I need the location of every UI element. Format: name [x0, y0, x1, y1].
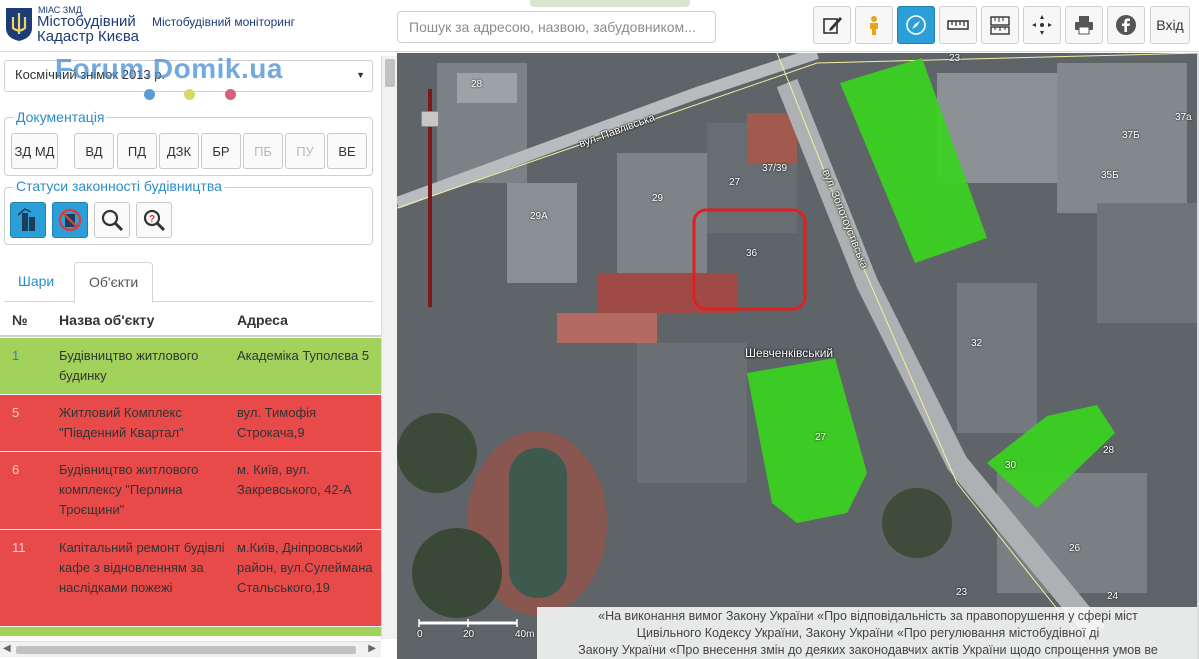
dot-pink[interactable]	[225, 89, 236, 100]
measure-area-icon	[990, 16, 1010, 35]
street-view-button[interactable]	[855, 6, 893, 44]
building-label: 29А	[530, 211, 548, 222]
building-label: 23	[956, 587, 968, 598]
scroll-right-icon[interactable]: ▶	[368, 643, 376, 654]
panel-vertical-scrollbar[interactable]	[381, 56, 397, 639]
print-button[interactable]	[1065, 6, 1103, 44]
doc-button-vd[interactable]: ВД	[74, 133, 114, 169]
top-accent	[530, 0, 690, 7]
doc-button-dzk[interactable]: ДЗК	[159, 133, 199, 169]
col-address[interactable]: Адреса	[237, 312, 288, 328]
dot-blue[interactable]	[144, 89, 155, 100]
map-view[interactable]: вул. Павлівська вул. Золотоустівська Шев…	[397, 53, 1199, 659]
locate-button[interactable]	[1023, 6, 1061, 44]
status-check-button[interactable]	[94, 202, 130, 238]
district-label: Шевченківський	[745, 346, 834, 360]
person-icon	[870, 16, 878, 35]
objects-table-header: № Назва об'єкту Адреса	[0, 303, 381, 337]
zoom-handle[interactable]	[421, 111, 439, 127]
legal-notice: «На виконання вимог Закону України «Про …	[537, 607, 1199, 659]
building-label: 28	[471, 79, 483, 90]
status-legal-button[interactable]	[10, 202, 46, 238]
doc-button-zd-md[interactable]: ЗД МД	[11, 133, 58, 169]
doc-button-pb[interactable]: ПБ	[243, 133, 283, 169]
no-building-icon	[58, 208, 82, 232]
tab-layers[interactable]: Шари	[4, 262, 68, 302]
panel-horizontal-scrollbar[interactable]: ◀ ▶	[0, 641, 381, 657]
facebook-icon	[1116, 15, 1136, 35]
building-label: 26	[1069, 543, 1081, 554]
zoom-slider[interactable]	[421, 89, 439, 307]
building-label: 27	[815, 432, 827, 443]
scale-label: 0	[417, 629, 423, 640]
building-label: 37а	[1175, 112, 1192, 123]
building-icon	[17, 208, 35, 231]
magnifier-icon	[101, 209, 124, 232]
building-label: 28	[1103, 445, 1115, 456]
building-label: 35Б	[1101, 170, 1119, 181]
edit-icon	[823, 17, 842, 34]
building-label: 29	[652, 193, 664, 204]
status-illegal-button[interactable]	[52, 202, 88, 238]
table-row[interactable]: 1 Будівництво житлового будинку Академік…	[0, 338, 381, 395]
login-button[interactable]: Вхід	[1150, 6, 1190, 44]
compass-button[interactable]	[897, 6, 935, 44]
panel-tabs: Шари Об'єкти	[4, 262, 373, 303]
col-name[interactable]: Назва об'єкту	[59, 312, 154, 328]
table-row[interactable]: 11 Капітальний ремонт будівлі кафе з від…	[0, 530, 381, 627]
building-label: 37Б	[1122, 130, 1140, 141]
scrollbar-thumb[interactable]	[385, 59, 395, 87]
scroll-left-icon[interactable]: ◀	[3, 643, 11, 654]
svg-text:?: ?	[149, 214, 155, 225]
ruler-icon	[947, 20, 969, 30]
watermark: Forum.Domik.ua	[55, 53, 283, 84]
doc-button-br[interactable]: БР	[201, 133, 241, 169]
doc-button-pd[interactable]: ПД	[117, 133, 157, 169]
building-label: 37/39	[762, 163, 788, 174]
scrollbar-thumb[interactable]	[16, 646, 356, 654]
building-label: 23	[949, 53, 961, 64]
ruler-button[interactable]	[939, 6, 977, 44]
kyiv-logo	[6, 8, 32, 41]
doc-button-pu[interactable]: ПУ	[285, 133, 325, 169]
brand-title: Містобудівний Кадастр Києва	[37, 13, 139, 45]
col-num[interactable]: №	[12, 312, 28, 328]
scale-label: 40m	[515, 629, 535, 640]
status-unknown-button[interactable]: ?	[136, 202, 172, 238]
building-label: 27	[729, 177, 741, 188]
search-input[interactable]	[397, 11, 716, 43]
brand-subtitle[interactable]: Містобудівний моніторинг	[152, 15, 295, 29]
crosshair-icon	[1032, 15, 1052, 35]
compass-icon	[906, 15, 926, 35]
building-label: 24	[1107, 591, 1119, 602]
building-label: 36	[746, 248, 758, 259]
left-panel: Космічний знімок 2013 р. ▼ Forum.Domik.u…	[0, 53, 397, 659]
top-bar: МІАС ЗМД Містобудівний Кадастр Києва Міс…	[0, 0, 1199, 52]
doc-button-ve[interactable]: ВЕ	[327, 133, 367, 169]
facebook-button[interactable]	[1107, 6, 1145, 44]
table-row-partial[interactable]	[0, 627, 381, 637]
table-row[interactable]: 6 Будівництво житлового комплексу "Перли…	[0, 452, 381, 530]
dot-yellow[interactable]	[184, 89, 195, 100]
tab-objects[interactable]: Об'єкти	[74, 262, 154, 303]
chevron-down-icon: ▼	[356, 70, 365, 80]
measure-area-button[interactable]	[981, 6, 1019, 44]
status-legend: Статуси законності будівництва	[14, 178, 224, 194]
edit-button[interactable]	[813, 6, 851, 44]
scale-label: 20	[463, 629, 475, 640]
print-icon	[1075, 16, 1093, 35]
building-label: 32	[971, 338, 983, 349]
documentation-legend: Документація	[14, 109, 107, 125]
building-label: 30	[1005, 460, 1017, 471]
magnifier-question-icon: ?	[143, 209, 166, 232]
table-row[interactable]: 5 Житловий Комплекс "Південний Квартал" …	[0, 395, 381, 452]
